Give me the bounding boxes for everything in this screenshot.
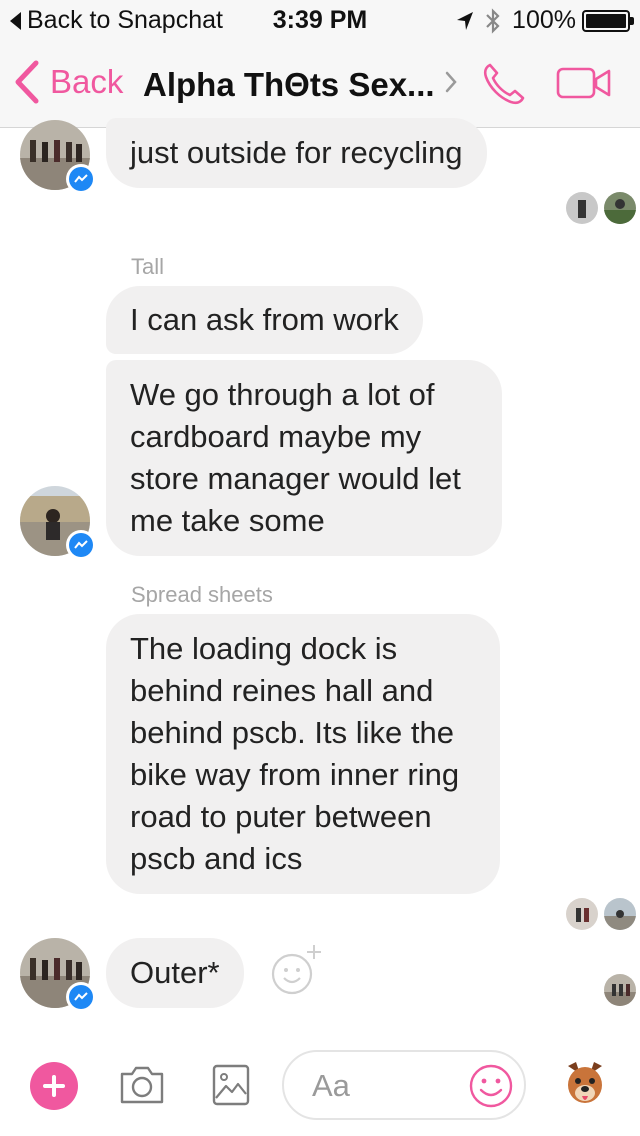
battery-percent: 100% [512,6,576,34]
dog-sticker-icon[interactable] [560,1058,610,1108]
message-input[interactable]: Aa [282,1050,526,1120]
message-bubble[interactable]: Outer* [106,938,244,1008]
sender-name: Spread sheets [131,582,273,607]
message-bubble[interactable]: The loading dock is behind reines hall a… [106,614,500,894]
message-text-line: The loading dock is [130,631,398,666]
message-text-line: cardboard maybe my [130,419,422,454]
avatar[interactable] [20,938,96,1012]
message-text-line: store manager would let [130,461,461,496]
video-camera-icon[interactable] [556,66,612,100]
sender-name: Tall [131,254,165,279]
message-bubble[interactable]: I can ask from work [106,286,423,354]
message-text-line: bike way from inner ring [130,757,460,792]
back-button[interactable]: Back [14,60,123,104]
status-indicators: 100% [456,6,634,35]
message-text: I can ask from work [130,302,399,337]
conversation-title[interactable]: Alpha ThΘts Sex... [143,66,435,104]
camera-icon[interactable] [118,1064,166,1106]
location-arrow-icon [457,11,474,30]
message-text-line: behind pscb. Its like the [130,715,454,750]
image-icon[interactable] [212,1064,250,1106]
chevron-left-icon [15,60,39,104]
read-receipt-avatar [566,898,598,930]
avatar[interactable] [20,486,96,560]
message-text-line: We go through a lot of [130,377,435,412]
read-receipt-avatar [604,192,636,224]
battery-icon [582,9,634,32]
message-bubble[interactable]: just outside for recycling [106,118,487,188]
message-text-line: me take some [130,503,325,538]
phone-icon[interactable] [480,60,528,108]
smiley-icon[interactable] [468,1063,514,1109]
messenger-icon [66,164,96,194]
back-label: Back [50,63,124,100]
read-receipt-avatar [604,898,636,930]
read-receipt-avatar [566,192,598,224]
message-text-line: road to puter between [130,799,432,834]
message-bubble[interactable]: We go through a lot of cardboard maybe m… [106,360,502,556]
message-input-placeholder: Aa [312,1068,350,1103]
conversation-header: Back Alpha ThΘts Sex... [0,40,640,128]
avatar[interactable] [20,120,96,194]
message-text: Outer* [130,955,220,990]
message-text-line: pscb and ics [130,841,303,876]
bluetooth-icon [486,7,500,34]
messenger-icon [66,982,96,1012]
messenger-icon [66,530,96,560]
plus-icon [43,1075,65,1097]
message-composer: Aa [0,1036,640,1136]
message-text-line: behind reines hall and [130,673,434,708]
chevron-right-icon[interactable] [444,70,458,94]
message-text: just outside for recycling [130,135,463,170]
add-button[interactable] [30,1062,78,1110]
status-bar: Back to Snapchat 3:39 PM 100% [0,0,640,40]
add-reaction-icon[interactable] [268,942,324,998]
read-receipt-avatar [604,974,636,1006]
